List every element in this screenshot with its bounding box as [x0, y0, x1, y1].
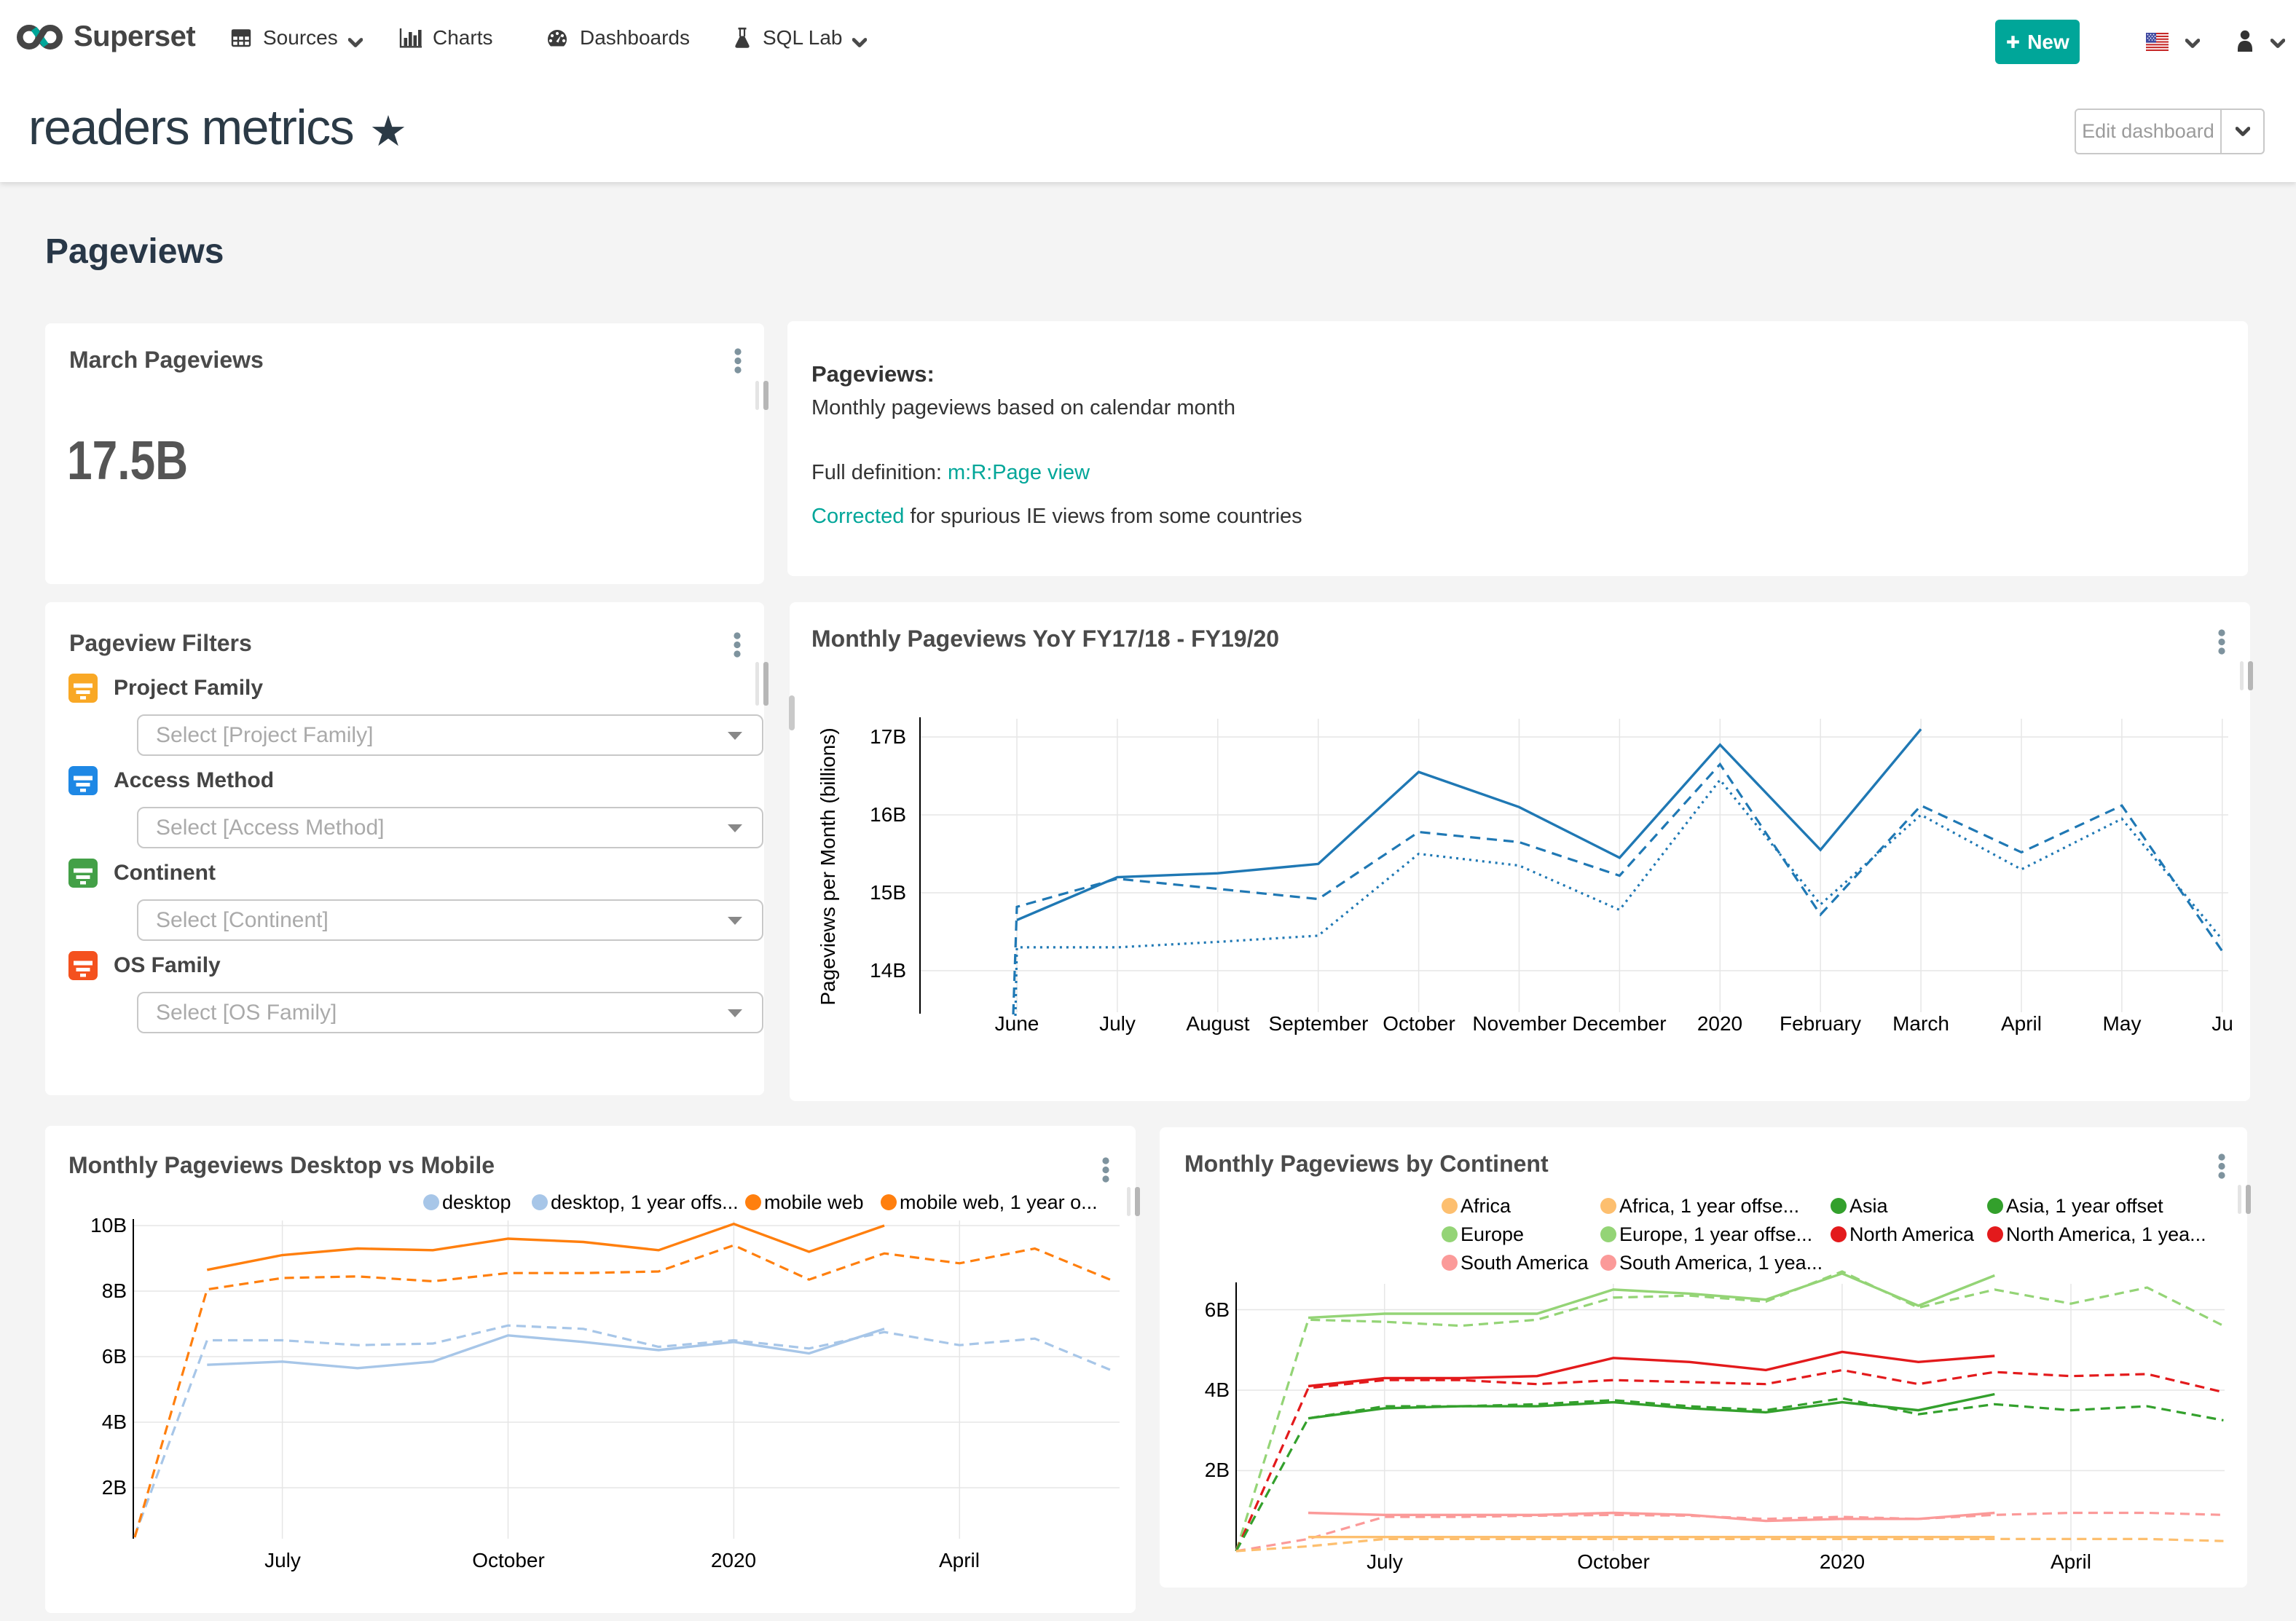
svg-text:4B: 4B	[102, 1411, 127, 1433]
svg-text:Pageviews per Month (billions): Pageviews per Month (billions)	[817, 727, 839, 1005]
svg-text:15B: 15B	[870, 881, 906, 904]
svg-text:4B: 4B	[1205, 1379, 1230, 1401]
svg-text:July: July	[1367, 1550, 1403, 1573]
svg-text:10B: 10B	[90, 1214, 127, 1237]
svg-text:South America: South America	[1460, 1252, 1589, 1274]
svg-text:April: April	[939, 1549, 980, 1571]
svg-text:Ju: Ju	[2212, 1012, 2233, 1035]
svg-text:July: July	[1099, 1012, 1136, 1035]
svg-text:2020: 2020	[1697, 1012, 1742, 1035]
svg-text:mobile web, 1 year o...: mobile web, 1 year o...	[900, 1191, 1098, 1213]
svg-text:April: April	[2001, 1012, 2042, 1035]
svg-text:17B: 17B	[870, 725, 906, 748]
svg-text:2020: 2020	[1820, 1550, 1865, 1573]
svg-text:Europe, 1 year offse...: Europe, 1 year offse...	[1619, 1223, 1812, 1245]
svg-text:Africa: Africa	[1460, 1195, 1511, 1217]
svg-text:May: May	[2103, 1012, 2142, 1035]
svg-text:Europe: Europe	[1460, 1223, 1524, 1245]
svg-text:2020: 2020	[711, 1549, 756, 1571]
svg-text:November: November	[1472, 1012, 1566, 1035]
svg-text:June: June	[995, 1012, 1039, 1035]
svg-text:mobile web: mobile web	[764, 1191, 864, 1213]
svg-text:6B: 6B	[1205, 1298, 1230, 1321]
svg-text:14B: 14B	[870, 959, 906, 982]
svg-text:Africa, 1 year offse...: Africa, 1 year offse...	[1619, 1195, 1799, 1217]
svg-text:Asia, 1 year offset: Asia, 1 year offset	[2006, 1195, 2163, 1217]
svg-text:desktop, 1 year offs...: desktop, 1 year offs...	[551, 1191, 739, 1213]
svg-text:February: February	[1780, 1012, 1861, 1035]
svg-text:July: July	[264, 1549, 301, 1571]
svg-text:2B: 2B	[102, 1476, 127, 1499]
svg-text:October: October	[1577, 1550, 1650, 1573]
svg-text:16B: 16B	[870, 803, 906, 826]
svg-text:August: August	[1186, 1012, 1249, 1035]
svg-text:2B: 2B	[1205, 1459, 1230, 1481]
svg-text:Asia: Asia	[1849, 1195, 1889, 1217]
svg-text:8B: 8B	[102, 1279, 127, 1302]
svg-text:South America, 1 yea...: South America, 1 yea...	[1619, 1252, 1823, 1274]
svg-text:North America, 1 yea...: North America, 1 yea...	[2006, 1223, 2206, 1245]
svg-text:April: April	[2051, 1550, 2091, 1573]
svg-text:December: December	[1572, 1012, 1666, 1035]
svg-text:October: October	[472, 1549, 545, 1571]
svg-text:October: October	[1383, 1012, 1455, 1035]
svg-text:6B: 6B	[102, 1345, 127, 1368]
svg-text:September: September	[1269, 1012, 1369, 1035]
svg-text:March: March	[1892, 1012, 1949, 1035]
svg-text:North America: North America	[1849, 1223, 1975, 1245]
svg-text:desktop: desktop	[442, 1191, 511, 1213]
